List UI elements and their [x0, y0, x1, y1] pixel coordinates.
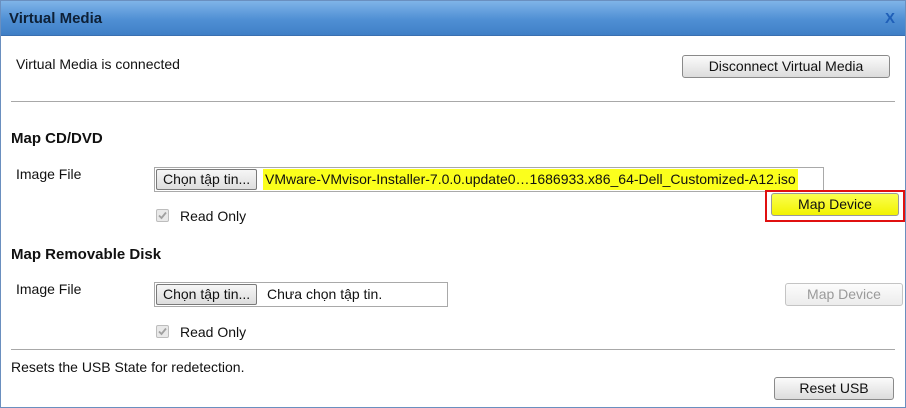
divider	[11, 101, 895, 102]
annotation-highlight-box	[765, 190, 905, 222]
disconnect-virtual-media-button[interactable]: Disconnect Virtual Media	[682, 55, 890, 78]
checkmark-icon	[158, 211, 167, 220]
removable-image-file-label: Image File	[16, 281, 82, 297]
divider	[11, 349, 895, 350]
virtual-media-dialog: Virtual Media X Virtual Media is connect…	[0, 0, 906, 408]
close-icon[interactable]: X	[885, 10, 895, 27]
removable-read-only-checkbox[interactable]	[156, 325, 169, 338]
removable-choose-file-button[interactable]: Chọn tập tin...	[156, 284, 258, 305]
removable-map-device-button[interactable]: Map Device	[785, 283, 903, 306]
cd-read-only-label: Read Only	[180, 208, 247, 224]
cd-image-file-label: Image File	[16, 166, 82, 182]
cd-selected-file-name: VMware-VMvisor-Installer-7.0.0.update0…1…	[263, 169, 798, 190]
cd-image-file-input[interactable]: Chọn tập tin... VMware-VMvisor-Installer…	[154, 167, 824, 192]
removable-read-only-label: Read Only	[180, 324, 247, 340]
reset-usb-description: Resets the USB State for redetection.	[11, 359, 245, 375]
reset-usb-button[interactable]: Reset USB	[774, 377, 894, 400]
map-cd-dvd-heading: Map CD/DVD	[11, 130, 103, 147]
cd-choose-file-button[interactable]: Chọn tập tin...	[156, 169, 258, 190]
cd-read-only-checkbox[interactable]	[156, 209, 169, 222]
checkmark-icon	[158, 327, 167, 336]
removable-selected-file-name: Chưa chọn tập tin.	[267, 286, 383, 302]
removable-image-file-input[interactable]: Chọn tập tin... Chưa chọn tập tin.	[154, 282, 448, 307]
dialog-title: Virtual Media	[9, 10, 103, 27]
title-bar: Virtual Media X	[1, 1, 905, 36]
connection-status-text: Virtual Media is connected	[16, 56, 180, 72]
map-removable-disk-heading: Map Removable Disk	[11, 246, 162, 263]
